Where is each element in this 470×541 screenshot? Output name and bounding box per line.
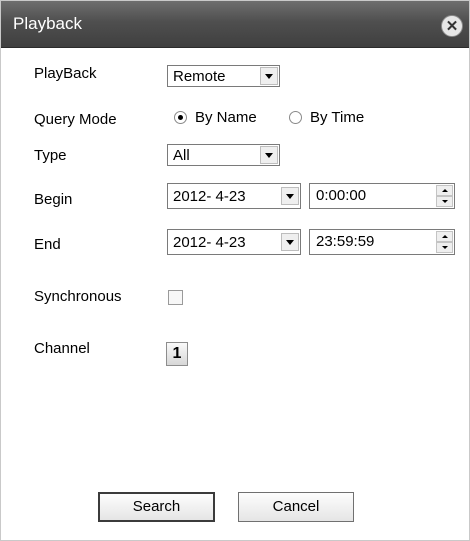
spin-up-icon[interactable] [436,231,453,242]
radio-by-time-label: By Time [310,109,365,126]
radio-by-name-label: By Name [195,109,257,126]
radio-button-checked[interactable] [174,111,187,124]
synchronous-checkbox[interactable] [168,290,183,305]
cancel-button[interactable]: Cancel [238,492,354,522]
begin-date-picker[interactable]: 2012- 4-23 [167,183,301,209]
chevron-down-icon[interactable] [281,187,299,205]
end-date-value: 2012- 4-23 [173,234,246,251]
query-mode-label: Query Mode [34,111,117,128]
playback-select-value: Remote [173,68,226,85]
end-label: End [34,236,61,253]
playback-dialog: Playback ✕ PlayBack Remote Query Mode By… [0,0,470,541]
chevron-down-icon[interactable] [260,146,278,164]
begin-time-input[interactable]: 0:00:00 [309,183,455,209]
channel-1-button[interactable]: 1 [166,342,188,366]
chevron-down-icon[interactable] [281,233,299,251]
channel-label: Channel [34,340,90,357]
end-date-picker[interactable]: 2012- 4-23 [167,229,301,255]
synchronous-label: Synchronous [34,288,122,305]
begin-time-value: 0:00:00 [316,187,367,204]
end-time-value: 23:59:59 [316,233,375,250]
playback-select[interactable]: Remote [167,65,280,87]
type-select-value: All [173,147,190,164]
type-label: Type [34,147,67,164]
playback-label: PlayBack [34,65,97,82]
spin-up-icon[interactable] [436,185,453,196]
window-title: Playback [13,14,82,33]
radio-button[interactable] [289,111,302,124]
time-spinner[interactable] [436,185,453,207]
type-select[interactable]: All [167,144,280,166]
begin-label: Begin [34,191,73,208]
close-icon[interactable]: ✕ [441,15,463,37]
chevron-down-icon[interactable] [260,67,278,85]
end-time-input[interactable]: 23:59:59 [309,229,455,255]
search-button[interactable]: Search [98,492,215,522]
begin-date-value: 2012- 4-23 [173,188,246,205]
time-spinner[interactable] [436,231,453,253]
title-bar: Playback ✕ [1,1,469,48]
spin-down-icon[interactable] [436,196,453,207]
spin-down-icon[interactable] [436,242,453,253]
